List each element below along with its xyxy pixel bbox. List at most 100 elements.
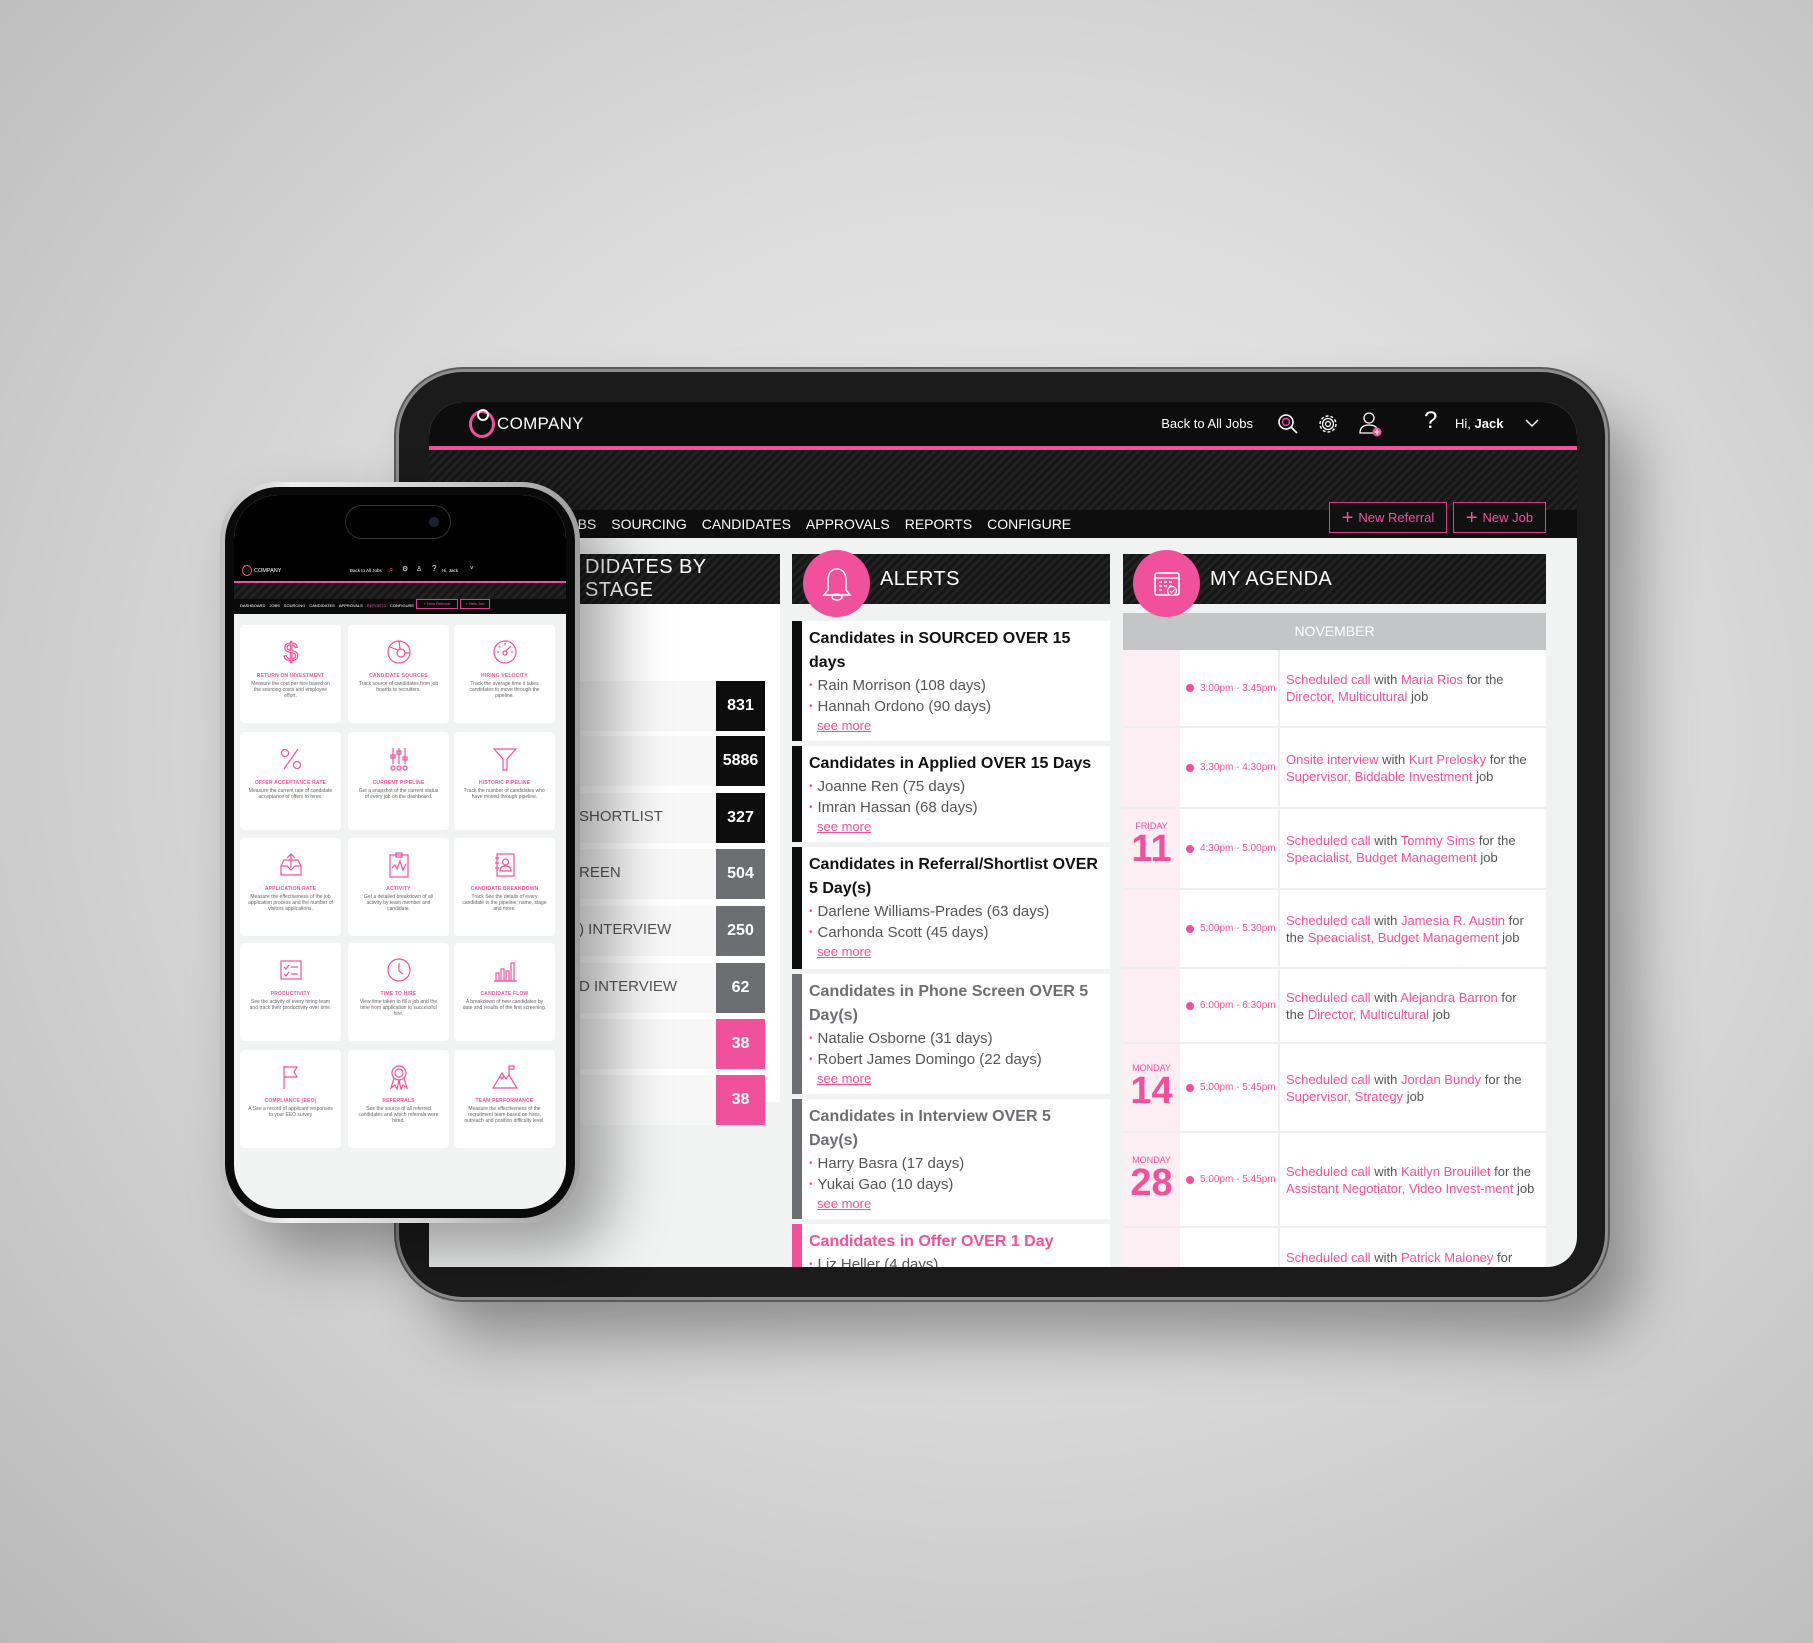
date-column bbox=[1123, 728, 1180, 807]
user-greeting[interactable]: Hi, Jack bbox=[1455, 416, 1503, 431]
event-type[interactable]: Scheduled call bbox=[1286, 913, 1371, 928]
search-icon[interactable] bbox=[1276, 412, 1300, 436]
user-add-icon[interactable] bbox=[1357, 410, 1383, 438]
alert-person[interactable]: Rain Morrison (108 days) bbox=[809, 675, 1102, 696]
text: for the bbox=[1484, 1071, 1522, 1087]
alert-person[interactable]: Darlene Williams-Prades (63 days) bbox=[809, 901, 1102, 922]
flag-icon bbox=[282, 1066, 298, 1089]
alert-person[interactable]: Natalie Osborne (31 days) bbox=[809, 1028, 1102, 1049]
event-role[interactable]: Director, Multicultural bbox=[1286, 689, 1407, 704]
alert-title: Candidates in Phone Screen OVER 5 Day(s) bbox=[809, 983, 1089, 1024]
alert-person[interactable]: Yukai Gao (10 days) bbox=[809, 1174, 1102, 1195]
report-card[interactable]: PRODUCTIVITY See the activity of every hi… bbox=[240, 943, 341, 1041]
alert-person[interactable]: Robert James Domingo (22 days) bbox=[809, 1049, 1102, 1070]
speedometer-icon bbox=[492, 640, 517, 664]
report-card[interactable]: REFERRALS See the source of all referred … bbox=[348, 1050, 449, 1148]
report-card[interactable]: OFFER ACCEPTANCE RATE Measure the current… bbox=[240, 732, 341, 830]
agenda-event[interactable]: 3:00pm - 3:45pm Scheduled call with Maria… bbox=[1123, 650, 1546, 728]
nav-configure[interactable]: CONFIGURE bbox=[987, 516, 1071, 532]
see-more-link[interactable]: see more bbox=[817, 818, 1102, 836]
alert-person[interactable]: Hannah Ordono (90 days) bbox=[809, 696, 1102, 717]
alert-person[interactable]: Joanne Ren (75 days) bbox=[809, 776, 1102, 797]
phone-screen: COMPANY Back to All Jobs ⌕ ⚙ ♙ ? Hi, Jac… bbox=[234, 495, 566, 1209]
help-icon[interactable]: ? bbox=[1424, 407, 1437, 435]
gear-icon[interactable] bbox=[1316, 412, 1340, 436]
alert-person[interactable]: Carhonda Scott (45 days) bbox=[809, 922, 1102, 943]
event-person[interactable]: Alejandra Barron bbox=[1400, 990, 1498, 1005]
report-card[interactable]: CANDIDATE BREAKDOWN Track See the details… bbox=[454, 838, 555, 936]
alert-severity-bar bbox=[792, 847, 802, 969]
report-card[interactable]: CURRENT PIPELINE Get a snapshot of the cu… bbox=[348, 732, 449, 830]
alert-person[interactable]: Harry Basra (17 days) bbox=[809, 1153, 1102, 1174]
event-type[interactable]: Scheduled call bbox=[1286, 833, 1371, 848]
event-person[interactable]: Jordan Bundy bbox=[1401, 1072, 1481, 1087]
alert-person[interactable]: Imran Hassan (68 days) bbox=[809, 797, 1102, 818]
alert-title: Candidates in Offer OVER 1 Day bbox=[809, 1233, 1054, 1250]
month-bar: NOVEMBER bbox=[1123, 613, 1546, 650]
agenda-event[interactable]: 4:30pm - 5:00pm Scheduled call with Tommy… bbox=[1123, 809, 1546, 890]
event-type[interactable]: Scheduled call bbox=[1286, 1250, 1371, 1265]
event-type[interactable]: Scheduled call bbox=[1286, 1072, 1371, 1087]
bar-chart-icon bbox=[493, 962, 517, 982]
report-card[interactable]: $ RETURN ON INVESTMENT Measure the cost pe… bbox=[240, 625, 341, 723]
event-role[interactable]: Speacialist, Budget Management bbox=[1286, 850, 1477, 865]
report-card[interactable]: COMPLIANCE (EEO) A See a record of applic… bbox=[240, 1050, 341, 1148]
agenda-event[interactable]: 6:00pm - 6:30pm Scheduled call with Aleja… bbox=[1123, 969, 1546, 1044]
event-role[interactable]: Supervisor, Strategy bbox=[1286, 1089, 1403, 1104]
see-more-link[interactable]: see more bbox=[817, 943, 1102, 961]
day-number: 11 bbox=[1131, 828, 1172, 870]
agenda-event[interactable]: 5:00pm - 5:45pm Scheduled call with Kaitl… bbox=[1123, 1133, 1546, 1228]
stage-count: 831 bbox=[716, 681, 765, 731]
event-type[interactable]: Scheduled call bbox=[1286, 990, 1371, 1005]
new-job-button[interactable]: + New Job bbox=[1453, 502, 1546, 533]
new-referral-button[interactable]: + New Referral bbox=[1329, 502, 1447, 533]
report-card[interactable]: CANDIDATE FLOW A breakdown of new candida… bbox=[454, 943, 555, 1041]
alert-person[interactable]: Liz Heller (4 days) bbox=[809, 1254, 1102, 1267]
see-more-link[interactable]: see more bbox=[817, 717, 1102, 735]
day-label: MONDAY 28 bbox=[1123, 1155, 1180, 1202]
chevron-down-icon[interactable] bbox=[1525, 418, 1539, 428]
event-role[interactable]: Assistant Negotiator, Video Invest-ment bbox=[1286, 1181, 1513, 1196]
text: with bbox=[1374, 832, 1398, 848]
event-time-text: 5:00pm - 5:45pm bbox=[1200, 1082, 1276, 1093]
event-type[interactable]: Onsite interview bbox=[1286, 752, 1378, 767]
report-card[interactable]: TIME TO HIRE View time taken to fill a jo… bbox=[348, 943, 449, 1041]
event-person[interactable]: Patrick Maloney bbox=[1401, 1250, 1493, 1265]
agenda-event[interactable]: Scheduled call with Patrick Maloney for bbox=[1123, 1228, 1546, 1267]
date-column bbox=[1123, 890, 1180, 967]
nav-sourcing[interactable]: SOURCING bbox=[611, 516, 686, 532]
stage-label: REEN bbox=[579, 864, 621, 881]
text: job bbox=[1411, 689, 1429, 704]
event-role[interactable]: Supervisor, Biddable Investment bbox=[1286, 769, 1472, 784]
agenda-event[interactable]: 3:30pm - 4:30pm Onsite interview with Kur… bbox=[1123, 728, 1546, 809]
event-type[interactable]: Scheduled call bbox=[1286, 1164, 1371, 1179]
event-person[interactable]: Kaitlyn Brouillet bbox=[1401, 1164, 1491, 1179]
see-more-link[interactable]: see more bbox=[817, 1070, 1102, 1088]
report-card[interactable]: ACTIVITY Get a detailed breakdown of all … bbox=[348, 838, 449, 936]
nav-approvals[interactable]: APPROVALS bbox=[806, 516, 890, 532]
nav-candidates[interactable]: CANDIDATES bbox=[702, 516, 791, 532]
event-person[interactable]: Tommy Sims bbox=[1401, 833, 1475, 848]
pie-chart-icon bbox=[386, 640, 411, 664]
report-card[interactable]: APPLICATION RATE Measure the effectivenes… bbox=[240, 838, 341, 936]
event-type[interactable]: Scheduled call bbox=[1286, 672, 1371, 687]
nav-reports[interactable]: REPORTS bbox=[905, 516, 972, 532]
text: with bbox=[1374, 912, 1398, 928]
event-role[interactable]: Director, Multicultural bbox=[1308, 1007, 1429, 1022]
checklist-icon bbox=[279, 960, 302, 980]
agenda-event[interactable]: 5:00pm - 5:30pm Scheduled call with James… bbox=[1123, 890, 1546, 969]
report-card-description: Get a snapshot of the current status of … bbox=[358, 788, 439, 800]
report-card[interactable]: CANDIDATE SOURCES Track source of candida… bbox=[348, 625, 449, 723]
event-person[interactable]: Jamesia R. Austin bbox=[1401, 913, 1505, 928]
see-more-link[interactable]: see more bbox=[817, 1195, 1102, 1213]
event-role[interactable]: Speacialist, Budget Management bbox=[1308, 930, 1499, 945]
report-card[interactable]: TEAM PERFORMANCE Measure the effectivenes… bbox=[454, 1050, 555, 1148]
greeting-text: Hi, bbox=[1455, 416, 1471, 431]
agenda-event[interactable]: 5:00pm - 5:45pm Scheduled call with Jorda… bbox=[1123, 1044, 1546, 1133]
back-to-all-jobs-link[interactable]: Back to All Jobs bbox=[1129, 416, 1253, 431]
report-card[interactable]: HIRING VELOCITY Track the average time it… bbox=[454, 625, 555, 723]
event-person[interactable]: Kurt Prelosky bbox=[1409, 752, 1486, 767]
report-card[interactable]: HISTORIC PIPELINE Track the number of can… bbox=[454, 732, 555, 830]
alert-severity-bar bbox=[792, 621, 802, 741]
event-person[interactable]: Maria Rios bbox=[1401, 672, 1463, 687]
